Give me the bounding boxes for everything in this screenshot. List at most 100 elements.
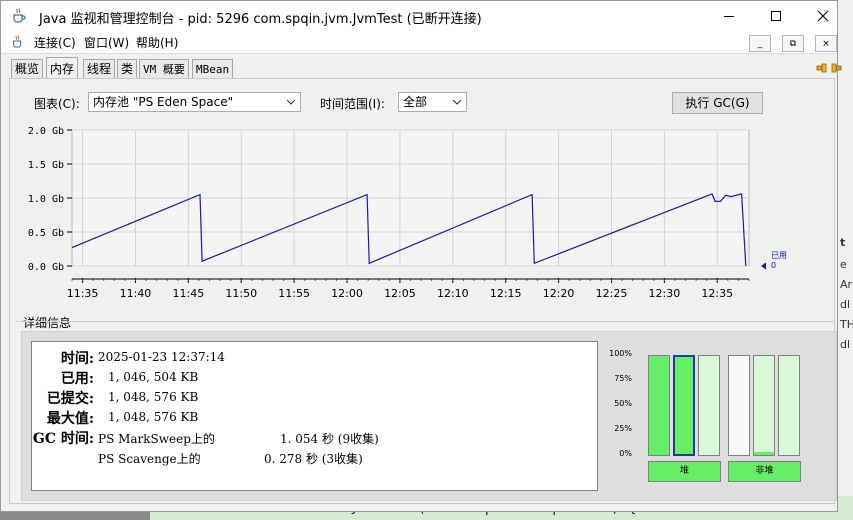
maximize-button[interactable] (754, 1, 798, 31)
window-title: Java 监视和管理控制台 - pid: 5296 com.spqin.jvm.… (39, 12, 482, 27)
background-text: e (840, 258, 847, 271)
x-tick-label: 11:50 (225, 287, 257, 300)
tab-overview[interactable]: 概览 (11, 59, 44, 78)
background-text: t (840, 236, 846, 249)
pool-committed-fill (754, 356, 774, 455)
legend-label: 已用 (771, 251, 787, 260)
tab-memory[interactable]: 内存 (46, 57, 79, 79)
menu-window[interactable]: 窗口(W) (84, 34, 129, 51)
minimize-icon (724, 16, 734, 17)
x-tick-label: 12:20 (543, 287, 575, 300)
pool-used-fill (675, 357, 693, 454)
close-icon (817, 10, 829, 22)
background-window: t e Ar dl TH dl (838, 0, 853, 520)
pool-used-fill (754, 452, 774, 455)
y-tick-label: 1.0 Gb (28, 194, 64, 205)
background-text: dl (840, 338, 851, 351)
legend-value: 0 (771, 261, 776, 270)
time-range-select[interactable]: 全部 (398, 92, 467, 112)
chart-select-value: 内存池 "PS Eden Space" (93, 95, 234, 109)
java-cup-icon (13, 8, 26, 23)
menu-bar: 连接(C) 窗口(W) 帮助(H) _ ⧉ × (1, 31, 837, 54)
y-tick-label: 2.0 Gb (28, 126, 64, 137)
minimize-button[interactable] (707, 1, 751, 31)
menu-connection[interactable]: 连接(C) (34, 34, 76, 51)
java-cup-icon (13, 35, 22, 48)
max-label: 最大值: (46, 411, 94, 427)
pool-committed-fill (699, 356, 719, 455)
tab-classes[interactable]: 类 (117, 59, 138, 78)
nonheap-pool-bar[interactable] (753, 355, 775, 456)
details-info-box: 时间: 2025-01-23 12:37:14 已用: 1, 046, 504 … (31, 341, 598, 491)
nonheap-pool-bar[interactable] (728, 355, 750, 456)
heap-group-button[interactable]: 堆 (648, 461, 721, 482)
heap-pool-bar[interactable] (698, 355, 720, 456)
details-title: 详细信息 (23, 316, 72, 330)
tab-bar: 概览 内存 线程 类 VM 概要 MBean (1, 56, 842, 79)
pct-label: 50% (614, 399, 632, 408)
maximize-icon (771, 11, 781, 21)
heap-pool-bar[interactable] (648, 355, 670, 456)
x-tick-label: 12:25 (596, 287, 628, 300)
memory-pool-bars: 100% 75% 50% 25% 0% 堆 非堆 (604, 345, 834, 485)
time-label: 时间: (60, 351, 94, 367)
tab-threads[interactable]: 线程 (83, 59, 116, 78)
internal-minimize-button[interactable]: _ (749, 35, 771, 52)
gc-time-label: GC 时间: (32, 431, 94, 447)
perform-gc-button[interactable]: 执行 GC(G) (672, 92, 763, 114)
gc-marksweep-value: 1. 054 秒 (9收集) (280, 432, 379, 446)
x-tick-label: 12:05 (384, 287, 416, 300)
title-bar[interactable]: Java 监视和管理控制台 - pid: 5296 com.spqin.jvm.… (1, 1, 837, 31)
x-tick-label: 11:40 (120, 287, 152, 300)
internal-restore-button[interactable]: ⧉ (782, 35, 804, 52)
chart-label: 图表(C): (34, 97, 80, 111)
disconnected-plug-icon[interactable] (816, 60, 842, 76)
x-tick-label: 12:15 (490, 287, 522, 300)
time-value: 2025-01-23 12:37:14 (98, 350, 225, 364)
nonheap-pool-bar[interactable] (778, 355, 800, 456)
gc-marksweep-name: PS MarkSweep上的 (98, 432, 215, 446)
close-button[interactable] (801, 1, 845, 31)
chevron-down-icon (287, 99, 295, 105)
x-tick-label: 12:35 (701, 287, 733, 300)
y-tick-label: 1.5 Gb (28, 160, 64, 171)
used-value: 1, 046, 504 KB (108, 370, 199, 384)
pct-label: 0% (619, 449, 632, 458)
time-range-select-value: 全部 (403, 95, 428, 109)
y-tick-label: 0.5 Gb (28, 228, 64, 239)
x-tick-label: 11:45 (173, 287, 205, 300)
tab-vm-summary[interactable]: VM 概要 (139, 59, 189, 78)
background-text: Ar (840, 278, 853, 291)
pct-label: 25% (614, 424, 632, 433)
committed-label: 已提交: (46, 391, 94, 407)
x-tick-label: 11:35 (67, 287, 99, 300)
heap-pool-bar[interactable] (673, 355, 695, 456)
memory-usage-chart: 2.0 Gb 1.5 Gb 1.0 Gb 0.5 Gb 0.0 Gb 11:35 11:40… (28, 126, 787, 300)
background-text: dl (840, 298, 851, 311)
details-separator (15, 321, 835, 322)
chart-select[interactable]: 内存池 "PS Eden Space" (88, 92, 301, 112)
pct-label: 75% (614, 374, 632, 383)
pool-committed-fill (779, 356, 799, 455)
menu-help[interactable]: 帮助(H) (136, 34, 178, 51)
tab-mbean[interactable]: MBean (192, 59, 234, 78)
jconsole-window: Java 监视和管理控制台 - pid: 5296 com.spqin.jvm.… (0, 0, 842, 512)
max-value: 1, 048, 576 KB (108, 410, 199, 424)
pct-label: 100% (609, 349, 632, 358)
legend-marker (761, 262, 766, 270)
pool-used-fill (649, 356, 669, 455)
chevron-down-icon (453, 99, 461, 105)
committed-value: 1, 048, 576 KB (108, 390, 199, 404)
nonheap-group-button[interactable]: 非堆 (728, 461, 801, 482)
x-tick-label: 12:10 (437, 287, 469, 300)
used-label: 已用: (60, 371, 94, 387)
x-tick-label: 12:30 (649, 287, 681, 300)
x-tick-label: 11:55 (278, 287, 310, 300)
gc-scavenge-name: PS Scavenge上的 (98, 452, 201, 466)
x-tick-label: 12:00 (331, 287, 363, 300)
background-text: TH (840, 318, 853, 331)
internal-close-button[interactable]: × (815, 35, 837, 52)
y-tick-label: 0.0 Gb (28, 262, 64, 273)
gc-scavenge-value: 0. 278 秒 (3收集) (264, 452, 363, 466)
time-range-label: 时间范围(I): (320, 97, 385, 111)
